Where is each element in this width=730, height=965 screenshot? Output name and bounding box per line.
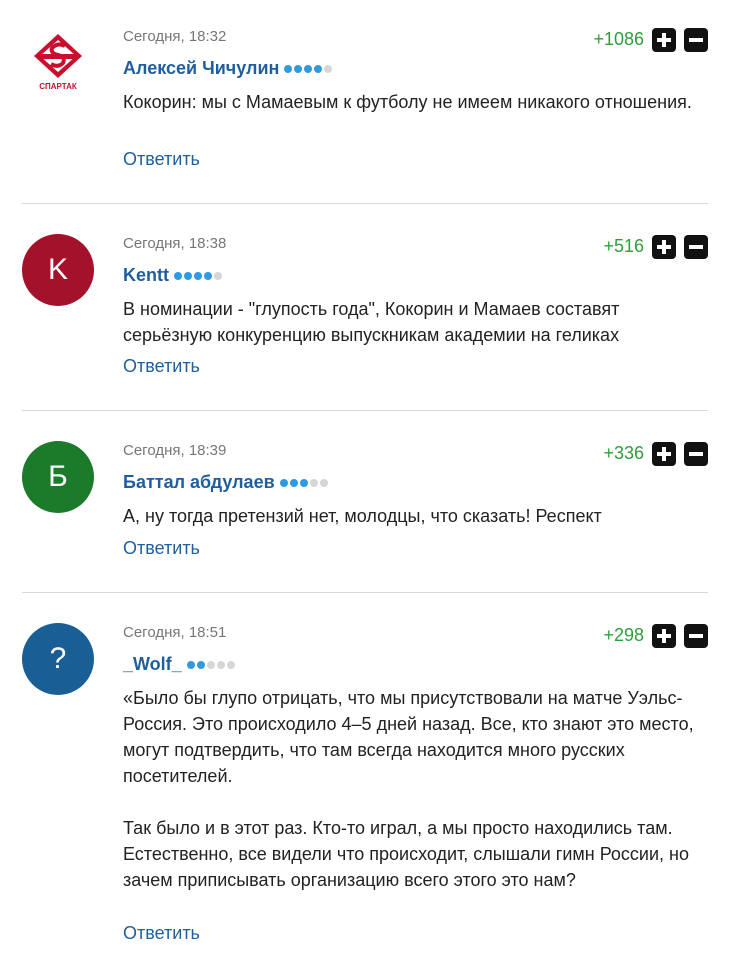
reply-link[interactable]: Ответить bbox=[123, 538, 200, 559]
comment-paragraph: В номинации - "глупость года", Кокорин и… bbox=[123, 299, 620, 345]
comment-time: Сегодня, 18:38 bbox=[123, 235, 227, 252]
rating-dots bbox=[174, 271, 222, 280]
divider bbox=[22, 203, 708, 204]
rating-dot bbox=[324, 64, 333, 73]
rating-dot bbox=[174, 271, 182, 280]
comment-paragraph: Кокорин: мы с Мамаевым к футболу не имее… bbox=[123, 92, 692, 112]
comment-text: Кокорин: мы с Мамаевым к футболу не имее… bbox=[123, 89, 713, 115]
rating-dots bbox=[186, 660, 235, 669]
rating-dot bbox=[299, 478, 308, 487]
reply-link[interactable]: Ответить bbox=[123, 923, 200, 944]
rating-dots bbox=[284, 64, 333, 73]
author-name[interactable]: Алексей Чичулин bbox=[123, 58, 333, 79]
comment-time: Сегодня, 18:51 bbox=[123, 624, 227, 641]
rating-dot bbox=[206, 660, 215, 669]
reply-link[interactable]: Ответить bbox=[123, 356, 200, 377]
rating-dot bbox=[314, 64, 323, 73]
divider bbox=[22, 410, 708, 411]
downvote-button[interactable] bbox=[684, 28, 708, 52]
upvote-button[interactable] bbox=[652, 28, 676, 52]
comment-paragraph: «Было бы глупо отрицать, что мы присутст… bbox=[123, 688, 694, 786]
comment-paragraph: Так было и в этот раз. Кто-то играл, а м… bbox=[123, 818, 689, 890]
minus-icon bbox=[689, 634, 703, 638]
rating-dot bbox=[226, 660, 235, 669]
score: +516 bbox=[603, 236, 644, 256]
score: +1086 bbox=[593, 29, 644, 49]
divider bbox=[22, 592, 708, 593]
rating-dot bbox=[319, 478, 328, 487]
comment-paragraph: А, ну тогда претензий нет, молодцы, что … bbox=[123, 506, 602, 526]
comment-time: Сегодня, 18:39 bbox=[123, 442, 227, 459]
comment-text: А, ну тогда претензий нет, молодцы, что … bbox=[123, 503, 713, 529]
comment-text: В номинации - "глупость года", Кокорин и… bbox=[123, 296, 713, 348]
rating-dot bbox=[196, 660, 205, 669]
author-name[interactable]: _Wolf_ bbox=[123, 654, 235, 675]
rating-dot bbox=[279, 478, 288, 487]
downvote-button[interactable] bbox=[684, 235, 708, 259]
score: +336 bbox=[603, 443, 644, 463]
rating-dot bbox=[204, 271, 212, 280]
rating-dot bbox=[309, 478, 318, 487]
comment-text: «Было бы глупо отрицать, что мы присутст… bbox=[123, 685, 713, 893]
plus-icon bbox=[657, 447, 671, 461]
author-name[interactable]: Баттал абдулаев bbox=[123, 472, 328, 493]
rating-dot bbox=[186, 660, 195, 669]
downvote-button[interactable] bbox=[684, 624, 708, 648]
author-link[interactable]: Kentt bbox=[123, 265, 169, 286]
upvote-button[interactable] bbox=[652, 235, 676, 259]
reply-link[interactable]: Ответить bbox=[123, 149, 200, 170]
minus-icon bbox=[689, 38, 703, 42]
plus-icon bbox=[657, 240, 671, 254]
spartak-logo-icon: СПАРТАК bbox=[34, 34, 82, 91]
rating-dot bbox=[284, 64, 293, 73]
minus-icon bbox=[689, 452, 703, 456]
upvote-button[interactable] bbox=[652, 624, 676, 648]
comment-time: Сегодня, 18:32 bbox=[123, 28, 227, 45]
avatar[interactable]: K bbox=[22, 234, 94, 306]
rating-dots bbox=[279, 478, 328, 487]
author-link[interactable]: _Wolf_ bbox=[123, 654, 182, 675]
minus-icon bbox=[689, 245, 703, 249]
rating-dot bbox=[289, 478, 298, 487]
downvote-button[interactable] bbox=[684, 442, 708, 466]
svg-text:СПАРТАК: СПАРТАК bbox=[39, 82, 77, 91]
rating-dot bbox=[216, 660, 225, 669]
rating-dot bbox=[304, 64, 313, 73]
upvote-button[interactable] bbox=[652, 442, 676, 466]
rating-dot bbox=[294, 64, 303, 73]
rating-dot bbox=[194, 271, 202, 280]
plus-icon bbox=[657, 629, 671, 643]
rating-dot bbox=[214, 271, 222, 280]
score: +298 bbox=[603, 625, 644, 645]
avatar[interactable]: Б bbox=[22, 441, 94, 513]
avatar[interactable]: ? bbox=[22, 623, 94, 695]
author-name[interactable]: Kentt bbox=[123, 265, 222, 286]
avatar[interactable]: СПАРТАК bbox=[20, 26, 96, 102]
rating-dot bbox=[184, 271, 192, 280]
author-link[interactable]: Баттал абдулаев bbox=[123, 472, 275, 493]
plus-icon bbox=[657, 33, 671, 47]
author-link[interactable]: Алексей Чичулин bbox=[123, 58, 279, 79]
